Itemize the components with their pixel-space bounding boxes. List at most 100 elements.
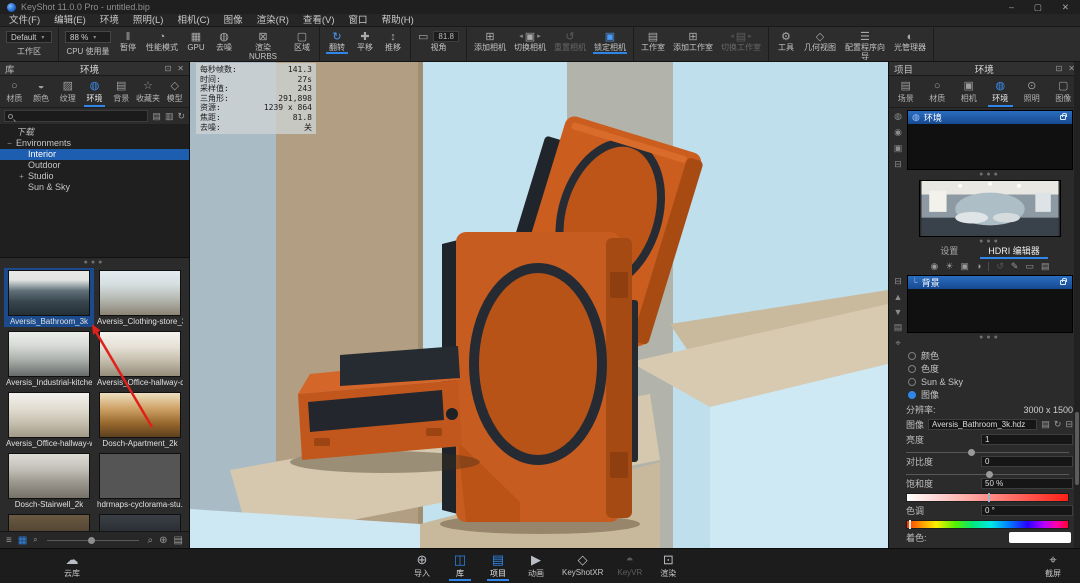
tree-expander[interactable]: +: [18, 171, 25, 182]
minimize-icon[interactable]: –: [1009, 2, 1014, 13]
environment-sphere-icon[interactable]: ◍: [894, 111, 902, 122]
delete-icon[interactable]: ⊟: [894, 276, 902, 287]
realtime-viewport[interactable]: 每秒帧数: 141.3 时间: 27s 采样值: 243 三角形: 291,89…: [190, 62, 888, 548]
library-tab[interactable]: ○ 材质: [1, 78, 28, 107]
close-icon[interactable]: ✕: [177, 64, 184, 73]
hdri-sphere-icon[interactable]: ◉: [894, 127, 902, 138]
environment-thumbnail[interactable]: Aversis_Clothing-store_3k: [95, 268, 185, 327]
environment-thumbnail[interactable]: [4, 512, 94, 531]
lock-icon[interactable]: [1060, 280, 1066, 285]
cloud-library-button[interactable]: ☁ 云库: [55, 549, 89, 581]
project-tab[interactable]: ⊙ 照明: [1016, 78, 1048, 107]
toolbar-button[interactable]: ↺ 重置相机: [550, 28, 590, 54]
workspace-selector[interactable]: Default ▾ 工作区: [3, 28, 55, 58]
toolbar-button[interactable]: ‖ 暂停: [114, 28, 142, 62]
toolbar-button[interactable]: ✚ 平移: [351, 28, 379, 54]
environment-type-radio[interactable]: 色度: [903, 362, 1073, 375]
thumbnail-image[interactable]: [99, 331, 181, 377]
toolbar-button[interactable]: ◔ 性能模式: [142, 28, 182, 62]
toolbar-button[interactable]: ⊞ 添加工作室: [669, 28, 717, 54]
environment-thumbnail[interactable]: Aversis_Office-hallway-d...: [95, 329, 185, 388]
toolbar-button[interactable]: ⊠ 渲染NURBS: [238, 28, 288, 62]
toolbar-button[interactable]: ⚙ 工具: [772, 28, 800, 62]
float-panel-icon[interactable]: ⊡: [165, 64, 172, 73]
tree-item[interactable]: 下载: [0, 127, 189, 138]
toolbar-button[interactable]: ▦ GPU: [182, 28, 210, 62]
dock-button[interactable]: ◇ KeyShotXR: [557, 549, 608, 581]
grid-view-icon[interactable]: ▦: [18, 535, 27, 546]
folder-icon[interactable]: ▤: [894, 322, 903, 333]
menu-item[interactable]: 相机(C): [170, 14, 216, 27]
toolbar-button[interactable]: ▣ 锁定相机: [590, 28, 630, 54]
brightness-field[interactable]: 1: [981, 434, 1073, 445]
maximize-icon[interactable]: ▢: [1034, 2, 1042, 13]
library-tab[interactable]: ☆ 收藏夹: [135, 78, 162, 107]
refresh-icon[interactable]: ↻: [1054, 419, 1062, 430]
toolbar-button[interactable]: ↕ 推移: [379, 28, 407, 54]
project-tab[interactable]: ◍ 环境: [985, 78, 1017, 107]
thumbnail-image[interactable]: [99, 270, 181, 316]
environment-thumbnail[interactable]: Aversis_Bathroom_3k: [4, 268, 94, 327]
library-tab[interactable]: ▨ 纹理: [54, 78, 81, 107]
zoom-in-icon[interactable]: ⌕: [148, 535, 154, 546]
environment-type-radio[interactable]: Sun & Sky: [903, 375, 1073, 388]
upload-icon[interactable]: ⊕: [159, 535, 167, 546]
toolbar-button[interactable]: ◍ 去噪: [210, 28, 238, 62]
refresh-icon[interactable]: ↻: [177, 111, 185, 122]
environment-thumbnail[interactable]: Dosch-Stairwell_2k: [4, 451, 94, 510]
menu-item[interactable]: 文件(F): [2, 14, 47, 27]
environment-list-item[interactable]: ◍ 环境: [908, 111, 1072, 124]
toolbar-button[interactable]: ◐ 光管理器: [890, 28, 930, 62]
dock-button[interactable]: ⊕ 导入: [405, 549, 439, 581]
dock-button[interactable]: ◫ 库: [443, 549, 477, 581]
tree-item[interactable]: Outdoor: [0, 160, 189, 171]
environment-subtab[interactable]: 设置: [938, 244, 960, 259]
thumbnail-image[interactable]: [8, 453, 90, 499]
brightness-slider[interactable]: [906, 452, 1069, 453]
image-path-field[interactable]: Aversis_Bathroom_3k.hdz: [928, 419, 1037, 430]
tree-item[interactable]: + Studio: [0, 171, 189, 182]
menu-item[interactable]: 照明(L): [126, 14, 171, 27]
radio-icon[interactable]: [908, 365, 916, 373]
thumbnail-image[interactable]: [8, 270, 90, 316]
folder-open-icon[interactable]: ▤: [1041, 419, 1050, 430]
dock-button[interactable]: ▶ 动画: [519, 549, 553, 581]
toolbar-button[interactable]: ↻ 翻转: [323, 28, 351, 54]
resize-handle[interactable]: ●●●: [907, 170, 1073, 178]
toolbar-button[interactable]: ▢ 区域: [288, 28, 316, 62]
toolbar-button[interactable]: ▤ 工作室: [637, 28, 669, 54]
search-box[interactable]: [4, 110, 148, 122]
link-folder-icon[interactable]: ▥: [165, 111, 174, 122]
dock-button[interactable]: ▤ 项目: [481, 549, 515, 581]
menu-item[interactable]: 窗口: [342, 14, 375, 27]
contrast-icon[interactable]: ◑: [976, 261, 981, 272]
project-tab[interactable]: ▤ 场景: [890, 78, 922, 107]
resize-handle[interactable]: ●●●: [907, 333, 1073, 341]
render-scene[interactable]: [190, 62, 888, 548]
library-tab[interactable]: ◇ 模型: [161, 78, 188, 107]
move-down-icon[interactable]: ▼: [894, 307, 903, 317]
environment-thumbnail[interactable]: Aversis_Industrial-kitche...: [4, 329, 94, 388]
tint-color-swatch[interactable]: [1009, 532, 1071, 543]
library-tab[interactable]: ◍ 环境: [81, 78, 108, 107]
environment-thumbnail[interactable]: [95, 512, 185, 531]
radio-icon[interactable]: [908, 352, 916, 360]
tree-item[interactable]: − Environments: [0, 138, 189, 149]
environment-thumbnail[interactable]: Aversis_Office-hallway-w...: [4, 390, 94, 449]
radio-icon[interactable]: [908, 378, 916, 386]
tree-expander[interactable]: −: [6, 138, 13, 149]
delete-icon[interactable]: ⊟: [894, 159, 902, 170]
cpu-usage-selector[interactable]: 88 % ▾ CPU 使用量: [62, 28, 114, 58]
float-panel-icon[interactable]: ⊡: [1056, 64, 1063, 73]
zoom-out-icon[interactable]: ⌕: [33, 535, 37, 545]
hue-slider[interactable]: [906, 520, 1069, 529]
thumbnail-image[interactable]: [8, 514, 90, 531]
environment-type-radio[interactable]: 图像: [903, 388, 1073, 401]
add-folder-icon[interactable]: ▤: [152, 111, 161, 122]
saturation-slider[interactable]: [906, 493, 1069, 502]
environment-thumbnail[interactable]: hdrmaps-cyclorama-stu...: [95, 451, 185, 510]
menu-item[interactable]: 渲染(R): [250, 14, 296, 27]
contrast-slider[interactable]: [906, 474, 1069, 475]
list-view-icon[interactable]: ≡: [6, 535, 12, 546]
folder-icon[interactable]: ▤: [1041, 261, 1050, 272]
